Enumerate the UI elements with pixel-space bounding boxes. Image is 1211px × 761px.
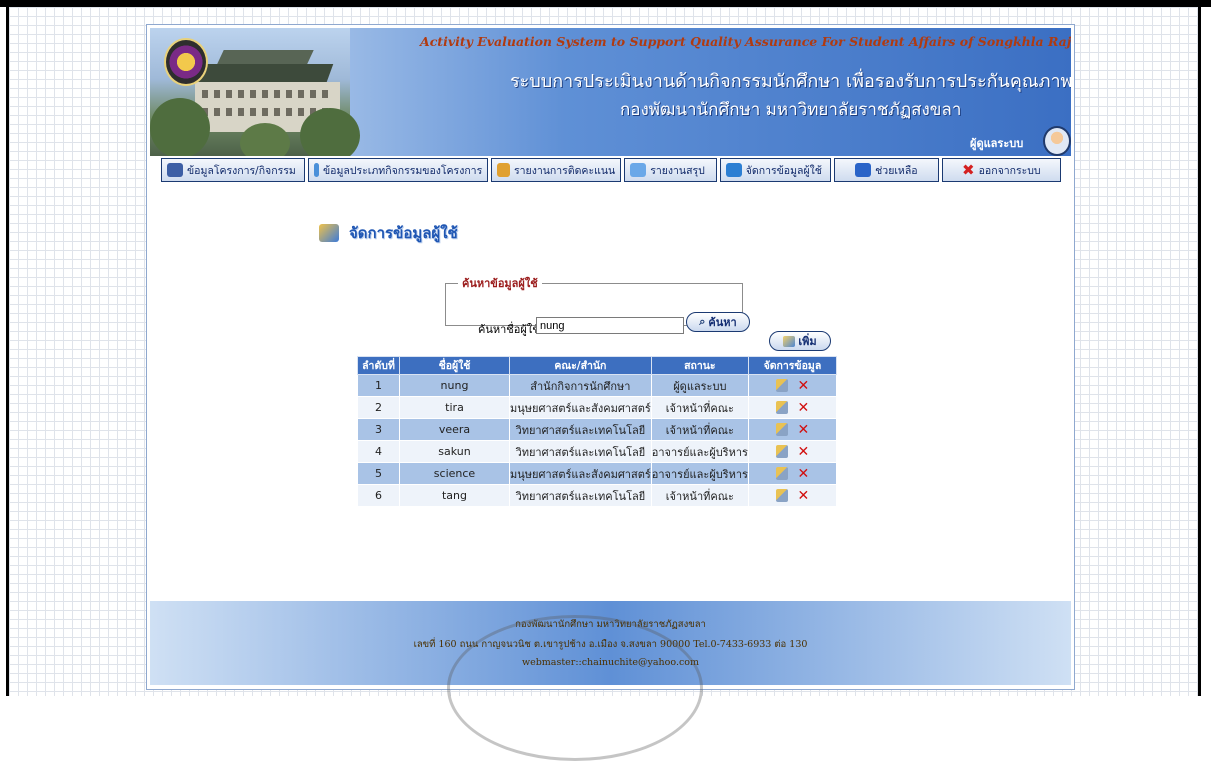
help-icon: [855, 163, 872, 177]
header-banner: Activity Evaluation System to Support Qu…: [150, 28, 1071, 156]
row-status: เจ้าหน้าที่คณะ: [650, 396, 749, 419]
exit-icon: ✖: [962, 161, 975, 179]
delete-icon[interactable]: ✕: [798, 466, 810, 482]
row-number: 4: [357, 440, 400, 463]
computer-icon: [167, 163, 183, 177]
table-row: 2 tira มนุษยศาสตร์และสังคมศาสตร์ เจ้าหน้…: [357, 396, 837, 419]
delete-icon[interactable]: ✕: [798, 400, 810, 416]
system-title-english: Activity Evaluation System to Support Qu…: [420, 34, 1071, 49]
users-table: ลำดับที่ ชื่อผู้ใช้ คณะ/สำนัก สถานะ จัดก…: [357, 356, 837, 507]
col-header-no: ลำดับที่: [357, 356, 400, 375]
table-row: 4 sakun วิทยาศาสตร์และเทคโนโลยี อาจารย์แ…: [357, 440, 837, 463]
row-actions: ✕: [747, 396, 837, 419]
user-role-label: ผู้ดูแลระบบ: [970, 137, 1024, 150]
username-search-input[interactable]: [536, 317, 684, 334]
row-number: 1: [357, 374, 400, 397]
report-icon: [497, 163, 510, 177]
row-faculty: วิทยาศาสตร์และเทคโนโลยี: [509, 484, 652, 507]
main-menu: ข้อมูลโครงการ/กิจกรรม ข้อมูลประเภทกิจกรร…: [161, 158, 1061, 182]
menu-user-management[interactable]: จัดการข้อมูลผู้ใช้: [719, 158, 832, 182]
row-number: 5: [357, 462, 400, 485]
search-legend: ค้นหาข้อมูลผู้ใช้: [462, 277, 538, 290]
col-header-username: ชื่อผู้ใช้: [399, 356, 510, 375]
edit-icon[interactable]: [775, 379, 788, 392]
row-username: tang: [399, 484, 510, 507]
row-status: อาจารย์และผู้บริหาร: [650, 440, 749, 463]
page-container: Activity Evaluation System to Support Qu…: [146, 24, 1075, 761]
row-status: เจ้าหน้าที่คณะ: [650, 418, 749, 441]
edit-icon[interactable]: [775, 401, 788, 414]
menu-summary-report[interactable]: รายงานสรุป: [624, 158, 717, 182]
system-title-thai: ระบบการประเมินงานด้านกิจกรรมนักศึกษา เพื…: [510, 71, 1071, 92]
chart-icon: [630, 163, 647, 177]
user-management-icon: [319, 224, 339, 242]
row-faculty: มนุษยศาสตร์และสังคมศาสตร์: [509, 462, 652, 485]
menu-logout[interactable]: ✖ ออกจากระบบ: [941, 158, 1061, 182]
edit-icon[interactable]: [775, 445, 788, 458]
seal-watermark: [447, 615, 703, 761]
row-status: ผู้ดูแลระบบ: [650, 374, 749, 397]
document-icon: [314, 163, 319, 177]
row-username: tira: [399, 396, 510, 419]
table-row: 1 nung สำนักกิจการนักศึกษา ผู้ดูแลระบบ ✕: [357, 374, 837, 397]
page-heading: จัดการข้อมูลผู้ใช้: [319, 221, 458, 245]
add-user-button[interactable]: เพิ่ม: [769, 331, 831, 351]
menu-score-report[interactable]: รายงานการติดคะแนน: [491, 158, 622, 182]
row-username: veera: [399, 418, 510, 441]
magnifier-icon: ⌕: [699, 315, 706, 328]
row-number: 6: [357, 484, 400, 507]
add-folder-icon: [783, 335, 796, 347]
menu-activity-types[interactable]: ข้อมูลประเภทกิจกรรมของโครงการ: [308, 158, 489, 182]
row-faculty: วิทยาศาสตร์และเทคโนโลยี: [509, 418, 652, 441]
delete-icon[interactable]: ✕: [798, 488, 810, 504]
row-actions: ✕: [747, 374, 837, 397]
col-header-status: สถานะ: [650, 356, 749, 375]
row-username: science: [399, 462, 510, 485]
table-row: 3 veera วิทยาศาสตร์และเทคโนโลยี เจ้าหน้า…: [357, 418, 837, 441]
window-top-border: [0, 0, 1211, 7]
row-actions: ✕: [747, 440, 837, 463]
table-row: 5 science มนุษยศาสตร์และสังคมศาสตร์ อาจา…: [357, 462, 837, 485]
row-number: 2: [357, 396, 400, 419]
row-status: อาจารย์และผู้บริหาร: [650, 462, 749, 485]
page-title: จัดการข้อมูลผู้ใช้: [349, 224, 458, 242]
delete-icon[interactable]: ✕: [798, 378, 810, 394]
delete-icon[interactable]: ✕: [798, 444, 810, 460]
row-number: 3: [357, 418, 400, 441]
window-left-border: [6, 7, 9, 696]
organization-name: กองพัฒนานักศึกษา มหาวิทยาลัยราชภัฏสงขลา: [620, 100, 962, 120]
users-icon: [725, 163, 742, 177]
delete-icon[interactable]: ✕: [798, 422, 810, 438]
col-header-faculty: คณะ/สำนัก: [509, 356, 652, 375]
row-username: nung: [399, 374, 510, 397]
search-button[interactable]: ⌕ ค้นหา: [686, 312, 750, 332]
university-seal-icon: [164, 38, 208, 86]
search-label: ค้นหาชื่อผู้ใช้: [478, 323, 540, 336]
edit-icon[interactable]: [775, 423, 788, 436]
row-actions: ✕: [747, 418, 837, 441]
menu-projects[interactable]: ข้อมูลโครงการ/กิจกรรม: [161, 158, 306, 182]
row-actions: ✕: [747, 484, 837, 507]
table-row: 6 tang วิทยาศาสตร์และเทคโนโลยี เจ้าหน้าท…: [357, 484, 837, 507]
row-faculty: มนุษยศาสตร์และสังคมศาสตร์: [509, 396, 652, 419]
search-panel: ค้นหาข้อมูลผู้ใช้ ค้นหาชื่อผู้ใช้ ⌕ ค้นห…: [445, 274, 750, 336]
row-faculty: สำนักกิจการนักศึกษา: [509, 374, 652, 397]
edit-icon[interactable]: [775, 467, 788, 480]
table-header-row: ลำดับที่ ชื่อผู้ใช้ คณะ/สำนัก สถานะ จัดก…: [357, 356, 837, 375]
menu-help[interactable]: ช่วยเหลือ: [834, 158, 939, 182]
row-status: เจ้าหน้าที่คณะ: [650, 484, 749, 507]
row-actions: ✕: [747, 462, 837, 485]
edit-icon[interactable]: [775, 489, 788, 502]
row-username: sakun: [399, 440, 510, 463]
window-right-border: [1198, 7, 1201, 696]
col-header-actions: จัดการข้อมูล: [747, 356, 837, 375]
admin-user-icon: [1043, 126, 1071, 156]
row-faculty: วิทยาศาสตร์และเทคโนโลยี: [509, 440, 652, 463]
